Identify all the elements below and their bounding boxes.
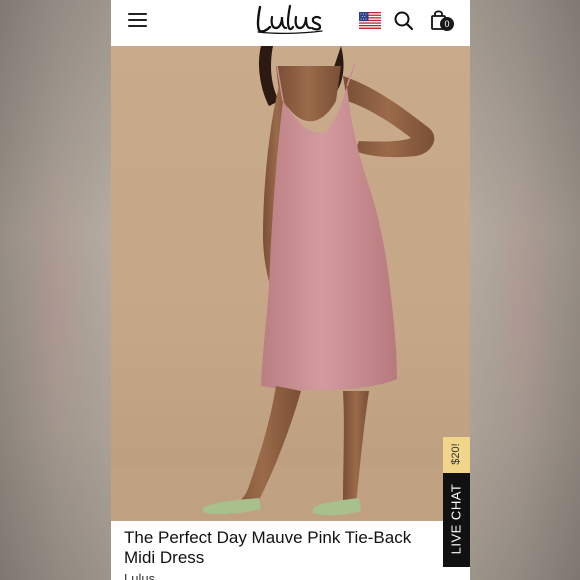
product-title: The Perfect Day Mauve Pink Tie-Back Midi… bbox=[124, 528, 412, 567]
us-flag-icon[interactable] bbox=[359, 12, 381, 29]
promo-text: $20! bbox=[450, 443, 462, 465]
blurred-background-left bbox=[0, 0, 111, 580]
product-photo bbox=[111, 46, 470, 521]
lulus-logo[interactable] bbox=[254, 3, 326, 37]
product-brand[interactable]: Lulus bbox=[124, 571, 155, 580]
product-image[interactable] bbox=[111, 46, 470, 521]
live-chat-label: LIVE CHAT bbox=[448, 483, 464, 555]
blurred-background-right bbox=[470, 0, 580, 580]
cart-count-badge[interactable]: 0 bbox=[440, 17, 454, 31]
search-icon[interactable] bbox=[393, 10, 415, 32]
promo-tab[interactable]: $20! bbox=[443, 437, 470, 473]
hamburger-menu-icon[interactable] bbox=[128, 13, 147, 28]
site-header: 0 bbox=[111, 0, 470, 46]
phone-screen: 0 $20! LIVE CHAT The Perfect Day Mauve P… bbox=[111, 0, 470, 580]
live-chat-button[interactable]: $20! LIVE CHAT bbox=[443, 437, 470, 567]
